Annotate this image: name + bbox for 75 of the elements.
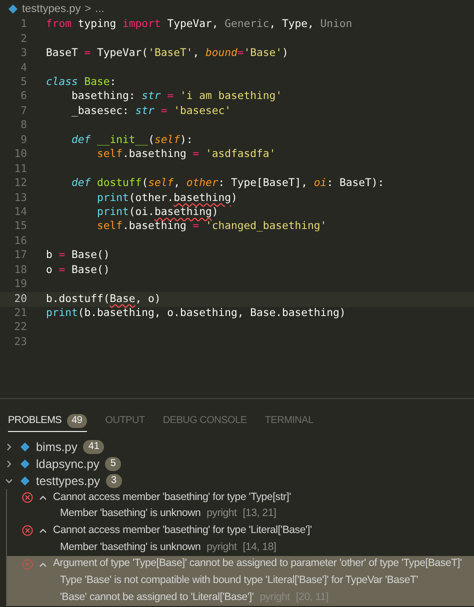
problem-detail: Member 'basething' is unknown: [60, 540, 201, 555]
problem-source: pyright: [206, 506, 237, 522]
line-number: 13: [13, 190, 27, 206]
problem-message: Cannot access member 'basething' for type 'Type[str]': [53, 490, 291, 505]
line-number: 16: [13, 234, 27, 249]
problem[interactable]: Cannot access member 'basething' for type 'Type[str]' Member 'basething' is unknown pyright [13, 21]: [6, 489, 474, 522]
line-number: 1: [20, 17, 27, 32]
error-icon: [22, 525, 33, 536]
code-line: print(oi.basething): [96, 204, 218, 220]
line-number: 18: [13, 262, 27, 278]
problem-message: Cannot access member 'basething' for type 'Literal['Base']': [53, 522, 312, 538]
count-badge: 5: [105, 457, 121, 472]
panel-tab[interactable]: PROBLEMS 49: [8, 410, 88, 432]
python-file-icon: [20, 442, 30, 452]
line-number: 19: [13, 277, 27, 292]
problem-location: [13, 21]: [242, 506, 276, 522]
breadcrumb-file[interactable]: testtypes.py: [22, 0, 81, 18]
line-number: 14: [13, 204, 27, 220]
file-row[interactable]: bims.py 41: [0, 439, 474, 456]
file-row[interactable]: testtypes.py 3: [0, 472, 474, 490]
python-file-icon: [20, 476, 30, 486]
code-line: self.basething = 'changed_basething': [96, 219, 327, 234]
problem-source: pyright: [206, 540, 237, 555]
line-number: 11: [13, 162, 27, 177]
collapse-caret-icon: [39, 528, 47, 534]
count-badge: 41: [83, 440, 104, 454]
code-line: _basesec: str = 'basesec': [70, 104, 231, 119]
line-number: 5: [20, 75, 27, 90]
collapse-caret-icon: [39, 562, 47, 567]
selected-problem[interactable]: [6, 556, 474, 606]
code-line: def __init__(self):: [70, 132, 193, 148]
line-number: 8: [20, 118, 27, 134]
line-number: 23: [13, 334, 27, 350]
error-icon: [22, 558, 33, 570]
line-number: 17: [13, 248, 27, 264]
count-badge: 3: [106, 474, 122, 488]
line-number: 22: [13, 320, 27, 336]
file-name: ldapsync.py: [36, 456, 100, 474]
problem-location: [14, 18]: [242, 540, 276, 555]
breadcrumb-separator: >: [84, 2, 92, 17]
python-file-icon: [8, 4, 18, 14]
file-name: testtypes.py: [36, 472, 100, 490]
python-file-icon: [20, 459, 30, 470]
breadcrumb-more[interactable]: ...: [95, 0, 104, 18]
line-number: 20: [13, 292, 27, 307]
count-badge: 49: [66, 414, 88, 428]
code-line: self.basething = 'asdfasdfa': [96, 147, 276, 162]
code-line: class Base:: [46, 75, 116, 90]
code-line: print(b.basething, o.basething, Base.basething): [46, 306, 346, 322]
line-number: 10: [13, 147, 27, 162]
collapse-caret-icon: [39, 494, 47, 500]
problem-detail: 'Base' cannot be assigned to 'Literal['Base']': [60, 590, 254, 605]
problem-detail: Type 'Base' is not compatible with bound type 'Literal['Base']' for TypeVar 'BaseT': [60, 572, 418, 588]
line-number: 9: [20, 132, 27, 148]
line-number: 12: [13, 176, 27, 192]
code-line: b.dostuff(Base, o): [46, 292, 161, 307]
error-icon: [22, 492, 33, 503]
code-line: b = Base(): [46, 248, 110, 264]
code-line: from typing import TypeVar, Generic, Type, Union: [46, 17, 352, 32]
line-number: 4: [20, 60, 27, 76]
problem-detail: Member 'basething' is unknown: [60, 506, 201, 522]
file-row[interactable]: ldapsync.py 5: [0, 456, 474, 472]
line-number: 2: [20, 32, 27, 47]
line-number: 3: [20, 46, 27, 62]
line-number: 6: [20, 89, 27, 104]
code-line: BaseT = TypeVar('BaseT', bound='Base'): [46, 46, 288, 62]
file-name: bims.py: [36, 439, 78, 456]
code-line: print(other.basething): [96, 190, 238, 206]
code-line: def dostuff(self, other: Type[BaseT], oi: BaseT):: [70, 176, 384, 192]
line-number: 21: [13, 306, 27, 322]
line-number: 7: [20, 104, 27, 119]
code-line: basething: str = 'i am basething': [70, 89, 282, 104]
line-number: 15: [13, 219, 27, 234]
code-line: o = Base(): [46, 262, 110, 278]
problem-message: Argument of type 'Type[Base]' cannot be assigned to parameter 'other' of type 'Type[BaseT]': [53, 556, 462, 572]
